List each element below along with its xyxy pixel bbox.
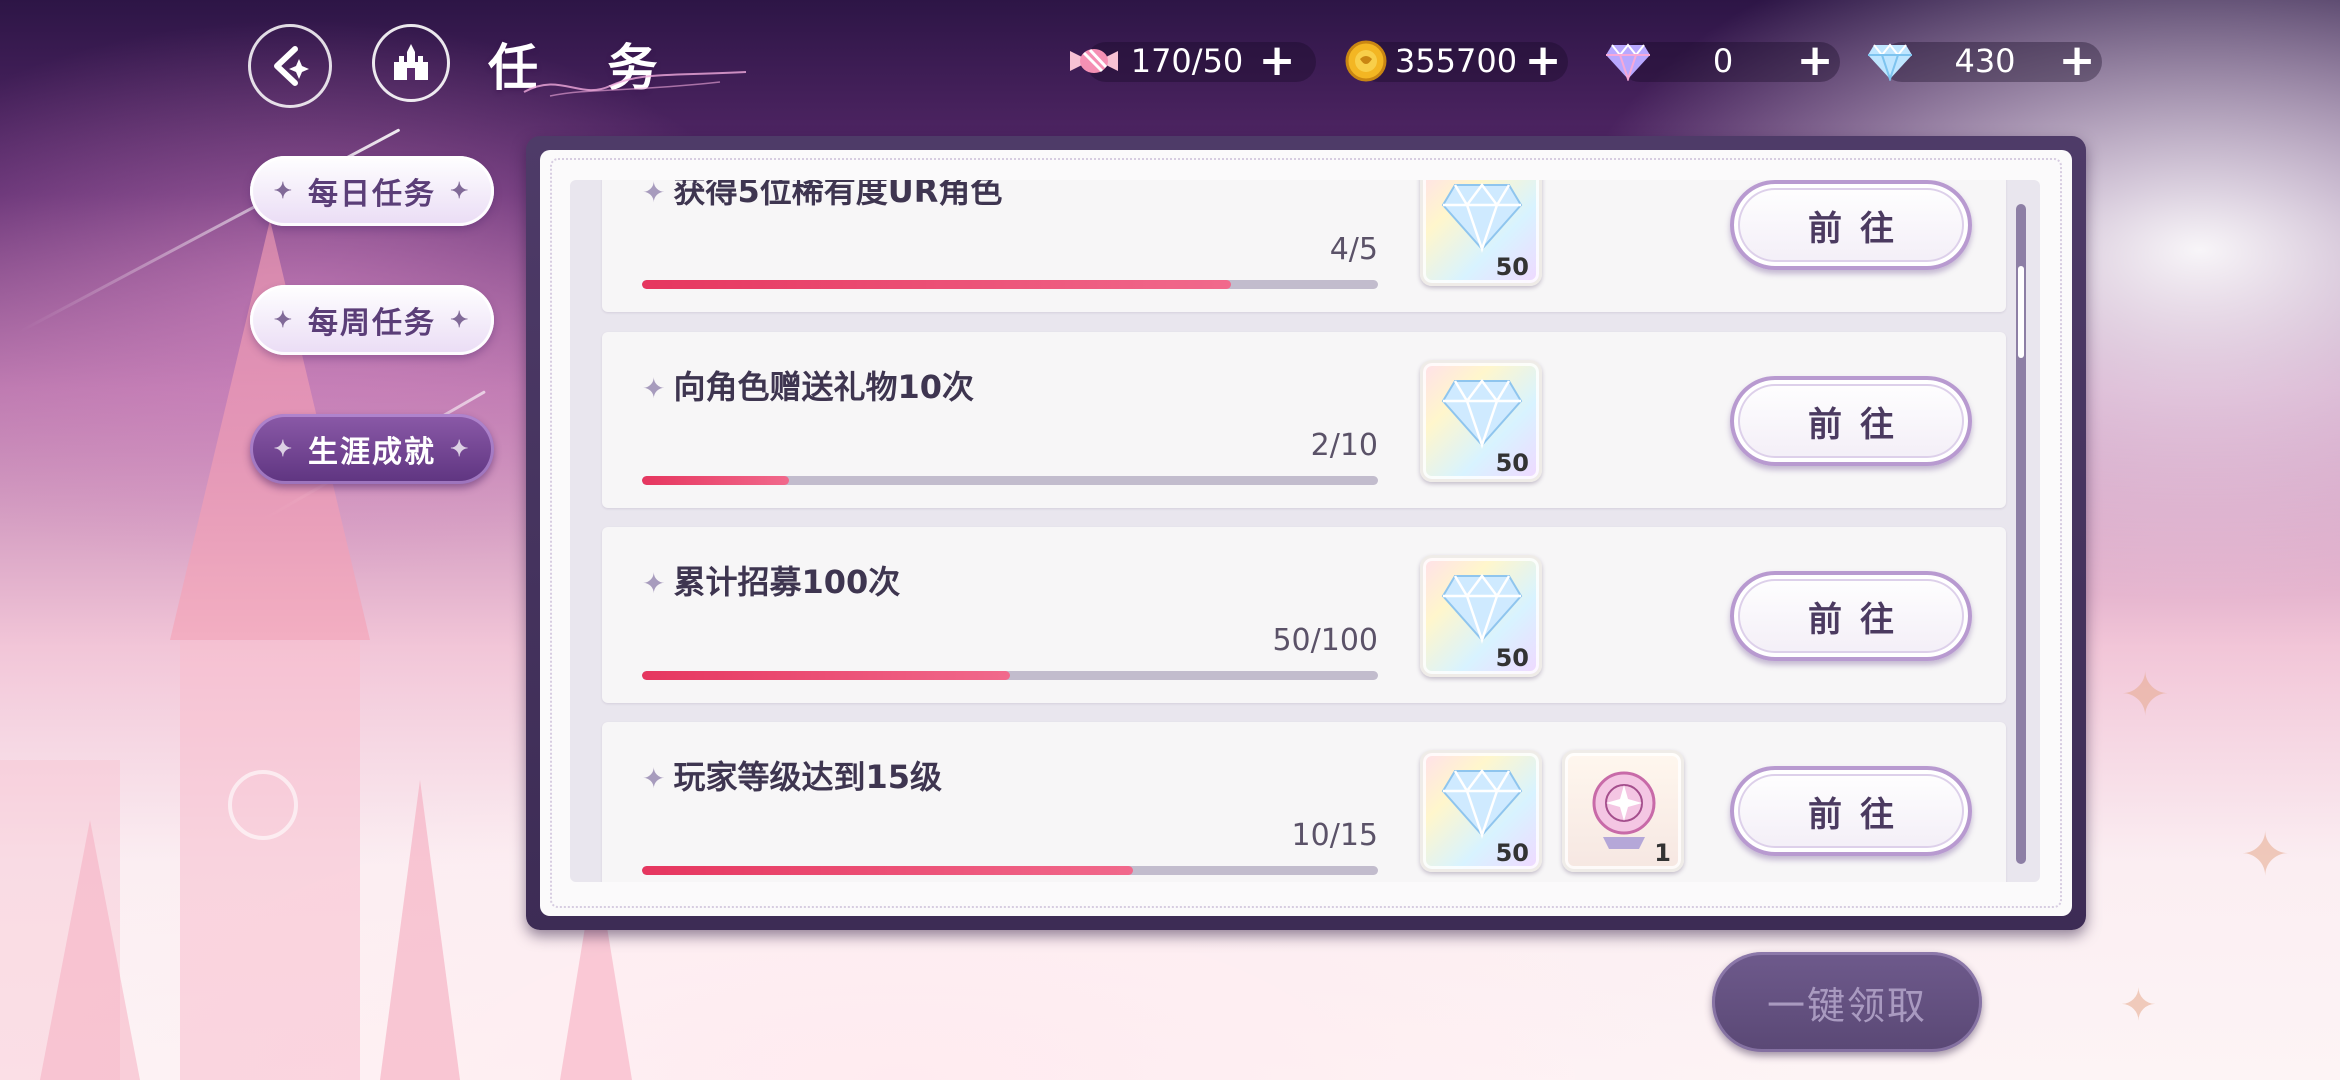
add-rainbow-diamond-button[interactable]: + bbox=[1790, 39, 1840, 83]
task-progress-text: 50/100 bbox=[1272, 623, 1378, 658]
reward-diamond[interactable]: 50 bbox=[1420, 750, 1542, 872]
task-row: ✦ 获得5位稀有度UR角色 4/5 50 前往 bbox=[602, 180, 2006, 312]
diamond-icon bbox=[1441, 768, 1523, 839]
sparkle-icon: ✦ bbox=[642, 567, 666, 600]
add-gold-button[interactable]: + bbox=[1518, 39, 1568, 83]
sparkle-icon: ✦ bbox=[2240, 820, 2291, 890]
back-arrow-icon bbox=[274, 46, 309, 86]
task-row: ✦ 玩家等级达到15级 10/15 50 1 前往 bbox=[602, 722, 2006, 882]
progress-bar-fill bbox=[642, 280, 1231, 289]
sparkle-icon: ✦ bbox=[273, 178, 294, 204]
progress-bar bbox=[642, 866, 1378, 875]
task-row: ✦ 累计招募100次 50/100 50 前往 bbox=[602, 527, 2006, 703]
go-button[interactable]: 前往 bbox=[1730, 376, 1972, 466]
tab-label: 生涯成就 bbox=[308, 435, 436, 470]
task-progress-text: 10/15 bbox=[1291, 818, 1378, 853]
top-bar: 任 务 170/50 + 355700 + 0 + 430 + bbox=[0, 0, 2340, 120]
reward-count: 50 bbox=[1495, 449, 1529, 477]
claim-all-button[interactable]: 一键领取 bbox=[1712, 952, 1982, 1052]
tab-weekly-tasks[interactable]: ✦ 每周任务 ✦ bbox=[250, 285, 494, 355]
progress-bar-fill bbox=[642, 866, 1133, 875]
task-title-text: 获得5位稀有度UR角色 bbox=[673, 180, 1003, 210]
sparkle-icon: ✦ bbox=[450, 436, 471, 462]
resource-rainbow-diamond: 0 + bbox=[1600, 36, 1840, 86]
progress-bar-fill bbox=[642, 671, 1010, 680]
reward-crystal-orb[interactable]: 1 bbox=[1562, 750, 1684, 872]
task-title: ✦ 玩家等级达到15级 bbox=[642, 752, 942, 798]
back-button[interactable] bbox=[248, 24, 332, 108]
go-button[interactable]: 前往 bbox=[1730, 766, 1972, 856]
progress-bar bbox=[642, 280, 1378, 289]
title-flourish-decoration bbox=[523, 71, 747, 97]
reward-count: 50 bbox=[1495, 253, 1529, 281]
progress-bar bbox=[642, 671, 1378, 680]
task-title-text: 累计招募100次 bbox=[673, 563, 901, 601]
tab-label: 每日任务 bbox=[308, 177, 436, 212]
reward-diamond[interactable]: 50 bbox=[1420, 360, 1542, 482]
sparkle-icon: ✦ bbox=[450, 307, 471, 333]
reward-diamond[interactable]: 50 bbox=[1420, 180, 1542, 286]
reward-count: 50 bbox=[1495, 839, 1529, 867]
task-progress-text: 4/5 bbox=[1329, 232, 1378, 267]
go-button[interactable]: 前往 bbox=[1730, 180, 1972, 270]
task-list[interactable]: ✦ 获得5位稀有度UR角色 4/5 50 前往 ✦ 向角色赠送礼物10次 2/10 … bbox=[570, 180, 2040, 882]
blue-diamond-icon bbox=[1862, 36, 1918, 86]
task-row: ✦ 向角色赠送礼物10次 2/10 50 前往 bbox=[602, 332, 2006, 508]
candy-icon bbox=[1066, 36, 1122, 86]
task-title: ✦ 向角色赠送礼物10次 bbox=[642, 362, 974, 408]
sparkle-icon: ✦ bbox=[642, 372, 666, 405]
resource-gold: 355700 + bbox=[1338, 36, 1568, 86]
reward-diamond[interactable]: 50 bbox=[1420, 555, 1542, 677]
tab-career-achievements[interactable]: ✦ 生涯成就 ✦ bbox=[250, 414, 494, 484]
diamond-icon bbox=[1441, 573, 1523, 644]
task-title-text: 玩家等级达到15级 bbox=[673, 758, 943, 796]
resource-blue-diamond-value: 430 bbox=[1954, 42, 2016, 80]
add-stamina-button[interactable]: + bbox=[1252, 39, 1302, 83]
diamond-icon bbox=[1441, 378, 1523, 449]
sparkle-icon: ✦ bbox=[2120, 980, 2157, 1031]
rainbow-diamond-icon bbox=[1600, 36, 1656, 86]
home-button[interactable] bbox=[372, 24, 450, 102]
castle-spire bbox=[40, 820, 140, 1080]
task-title-text: 向角色赠送礼物10次 bbox=[673, 368, 975, 406]
sparkle-icon: ✦ bbox=[2120, 660, 2171, 730]
progress-bar bbox=[642, 476, 1378, 485]
castle-home-icon bbox=[394, 44, 428, 80]
castle-tower bbox=[180, 640, 360, 1080]
castle-spire bbox=[380, 780, 460, 1080]
sparkle-icon: ✦ bbox=[642, 762, 666, 795]
clock-icon bbox=[228, 770, 298, 840]
resource-stamina: 170/50 + bbox=[1066, 36, 1316, 86]
scrollbar-thumb[interactable] bbox=[2018, 266, 2024, 358]
resource-rainbow-diamond-value: 0 bbox=[1712, 42, 1734, 80]
task-title: ✦ 累计招募100次 bbox=[642, 557, 900, 603]
task-progress-text: 2/10 bbox=[1310, 428, 1378, 463]
resource-blue-diamond: 430 + bbox=[1862, 36, 2102, 86]
sparkle-icon: ✦ bbox=[450, 178, 471, 204]
sparkle-icon: ✦ bbox=[273, 307, 294, 333]
add-blue-diamond-button[interactable]: + bbox=[2052, 39, 2102, 83]
tab-daily-tasks[interactable]: ✦ 每日任务 ✦ bbox=[250, 156, 494, 226]
tab-label: 每周任务 bbox=[308, 306, 436, 341]
reward-count: 50 bbox=[1495, 644, 1529, 672]
sparkle-icon: ✦ bbox=[642, 180, 666, 209]
gold-coin-icon bbox=[1338, 36, 1394, 86]
reward-count: 1 bbox=[1654, 839, 1671, 867]
diamond-icon bbox=[1441, 182, 1523, 253]
progress-bar-fill bbox=[642, 476, 790, 485]
resource-gold-value: 355700 bbox=[1394, 42, 1518, 80]
sparkle-icon: ✦ bbox=[273, 436, 294, 462]
go-button[interactable]: 前往 bbox=[1730, 571, 1972, 661]
resource-stamina-value: 170/50 bbox=[1130, 42, 1244, 80]
task-title: ✦ 获得5位稀有度UR角色 bbox=[642, 180, 1002, 212]
